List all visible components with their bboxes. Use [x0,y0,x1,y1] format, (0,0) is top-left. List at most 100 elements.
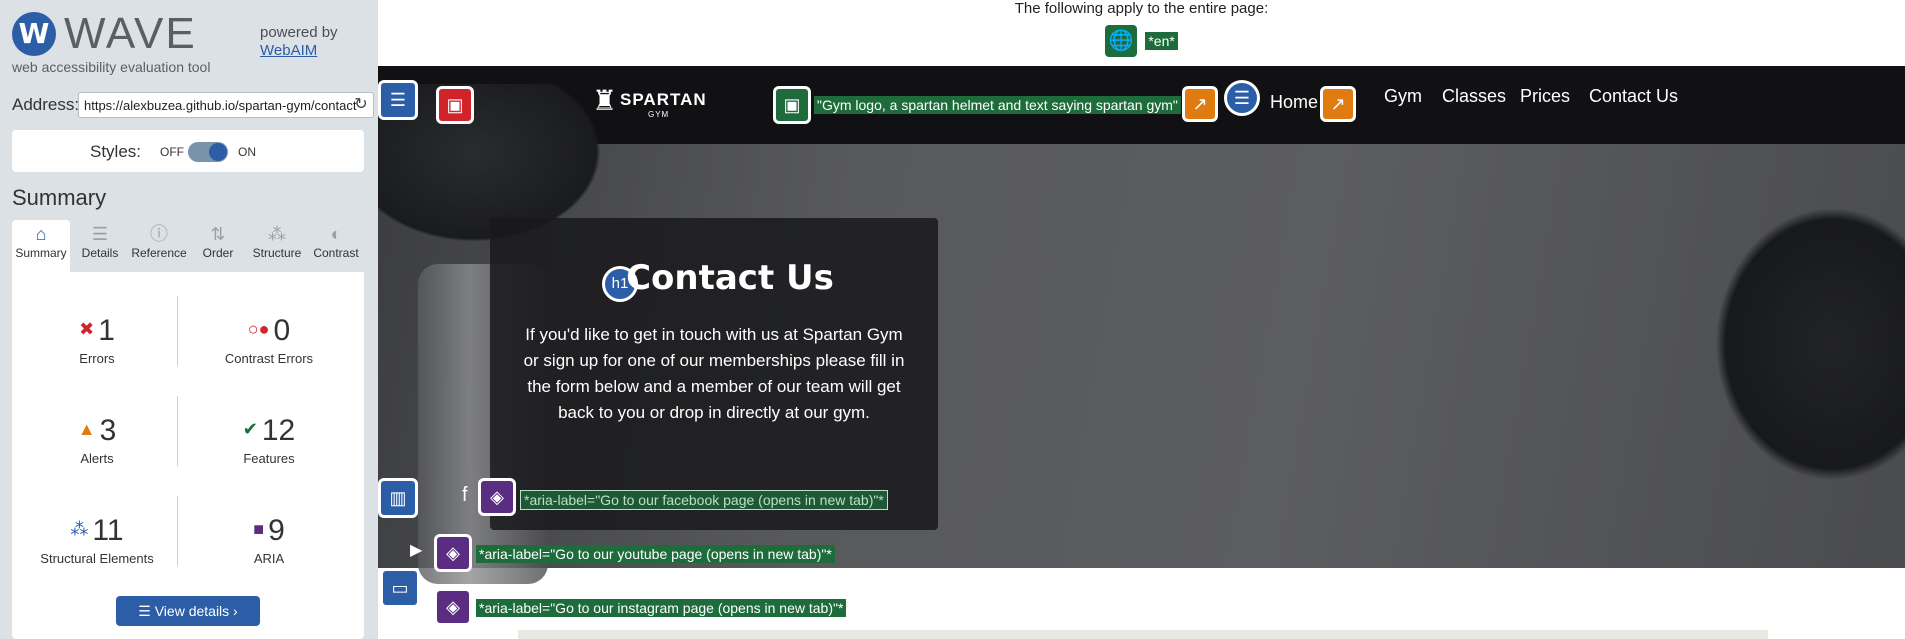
stat-features[interactable]: ✔ 12 Features [184,414,354,484]
language-row: 🌐 *en* [378,25,1905,57]
structural-count: 11 [92,514,124,547]
youtube-aria-tag: *aria-label="Go to our youtube page (ope… [476,545,835,563]
tab-structure[interactable]: ⁂ Structure [248,220,306,272]
contrast-count: 0 [273,314,291,347]
errors-count: 1 [98,314,115,347]
tab-contrast[interactable]: ◐ Contrast [307,220,365,272]
styles-on-label: ON [238,145,256,159]
styles-off-label: OFF [160,145,184,159]
webaim-link[interactable]: WebAIM [260,42,338,60]
page-title: Contact Us [626,258,834,298]
instagram-aria-tag: *aria-label="Go to our instagram page (o… [476,599,847,617]
error-icon[interactable]: ▣ [436,86,474,124]
logo-subtext: GYM [648,110,670,119]
nav-link-classes[interactable]: Classes [1442,86,1506,107]
errors-label: Errors [79,351,115,367]
features-label: Features [243,451,295,467]
contact-intro: If you'd like to get in touch with us at… [523,325,905,422]
helmet-icon: ♜ [592,85,618,116]
aria-label: ARIA [253,551,285,567]
stat-errors[interactable]: ✖ 1 Errors [12,314,182,384]
facebook-icon[interactable]: f [462,484,468,507]
styles-toggle[interactable] [188,142,228,162]
nav-link-prices[interactable]: Prices [1520,86,1570,107]
info-icon: ⓘ [150,224,168,244]
list-icon: ☰ [91,224,109,244]
address-input[interactable]: https://alexbuzea.github.io/spartan-gym/… [78,92,374,118]
toggle-knob [209,143,227,161]
tab-summary[interactable]: ⌂ Summary [12,220,70,272]
aria-icon: ■ [253,519,265,540]
youtube-icon[interactable]: ▶ [410,540,422,560]
redundant-link-icon[interactable]: ↗ [1182,86,1218,122]
stat-contrast[interactable]: ○● 0 Contrast Errors [184,314,354,384]
contact-card: h1 Contact Us If you'd like to get in to… [490,218,938,530]
wave-logo[interactable]: W WAVE web accessibility evaluation tool [12,9,252,75]
tab-details[interactable]: ☰ Details [71,220,129,272]
contrast-label: Contrast Errors [224,351,314,367]
list-icon[interactable]: ☰ [1224,80,1260,116]
aria-count: 9 [268,514,285,547]
footer-region-icon[interactable]: ▥ [378,478,418,518]
page-note-text: The following apply to the entire page: [1014,0,1269,17]
tab-reference[interactable]: ⓘ Reference [130,220,188,272]
stat-alerts[interactable]: ▲ 3 Alerts [12,414,182,484]
aria-label-icon[interactable]: ◈ [478,478,516,516]
alerts-label: Alerts [80,451,114,467]
wave-logo-text: WAVE [64,9,197,58]
contrast-icon: ◐ [330,224,342,244]
order-icon: ⇅ [210,224,226,244]
glove-image [1695,184,1905,504]
tab-order[interactable]: ⇅ Order [189,220,247,272]
spartan-gym-logo[interactable]: ♜ SPARTAN GYM [592,84,706,124]
aria-label-icon[interactable]: ◈ [434,588,472,626]
tab-label: Summary [15,246,67,260]
wave-logo-mark: W [12,12,56,56]
redundant-link-icon[interactable]: ↗ [1320,86,1356,122]
view-details-label: View details › [154,603,238,619]
stat-aria[interactable]: ■ 9 ARIA [184,514,354,584]
address-row: Address: https://alexbuzea.github.io/spa… [12,92,374,118]
stat-structural[interactable]: ⁂ 11 Structural Elements [12,514,182,584]
summary-heading: Summary [12,185,107,210]
alt-text-icon[interactable]: ▣ [773,86,811,124]
wave-tagline: web accessibility evaluation tool [12,59,211,75]
alerts-count: 3 [99,414,117,447]
view-details-button[interactable]: ☰ View details › [116,596,260,626]
structure-icon: ⁂ [70,519,89,540]
features-count: 12 [261,414,296,447]
wave-sidebar: W WAVE web accessibility evaluation tool… [0,0,378,639]
alert-icon: ▲ [77,419,96,440]
structure-icon: ⁂ [268,224,286,244]
tab-label: Order [202,246,234,260]
address-value: https://alexbuzea.github.io/spartan-gym/… [84,98,357,113]
header-region-icon[interactable]: ☰ [378,80,418,120]
powered-by: powered by WebAIM [260,24,338,60]
tab-label: Details [81,246,119,260]
page-level-note: The following apply to the entire page: … [378,0,1905,66]
tab-label: Contrast [313,246,359,260]
reload-icon[interactable]: ↻ [350,94,372,116]
summary-panel: ✖ 1 Errors ○● 0 Contrast Errors ▲ 3 Alerts … [12,272,364,639]
facebook-aria-tag: *aria-label="Go to our facebook page (op… [520,490,888,510]
language-globe-icon[interactable]: 🌐 [1105,25,1138,57]
powered-by-label: powered by [260,24,338,41]
nav-link-gym[interactable]: Gym [1384,86,1422,107]
language-tag: *en* [1145,32,1178,50]
wave-tabs: ⌂ Summary ☰ Details ⓘ Reference ⇅ Order … [12,220,364,272]
aria-label-icon[interactable]: ◈ [434,534,472,572]
styles-panel: Styles: OFF ON [12,130,364,172]
list-icon: ☰ [138,603,155,619]
tab-label: Structure [252,246,302,260]
nav-link-contact[interactable]: Contact Us [1589,86,1678,107]
tab-label: Reference [131,246,187,260]
evaluated-page: The following apply to the entire page: … [378,0,1905,639]
nav-link-home[interactable]: Home [1270,92,1318,113]
map-embed[interactable] [518,630,1768,639]
structural-label: Structural Elements [40,551,154,567]
logo-alt-tag: "Gym logo, a spartan helmet and text say… [814,96,1181,114]
feature-icon: ✔ [242,419,258,440]
contrast-error-icon: ○● [247,319,270,340]
logo-text: SPARTAN [620,90,707,109]
region-icon[interactable]: ▭ [380,568,420,608]
